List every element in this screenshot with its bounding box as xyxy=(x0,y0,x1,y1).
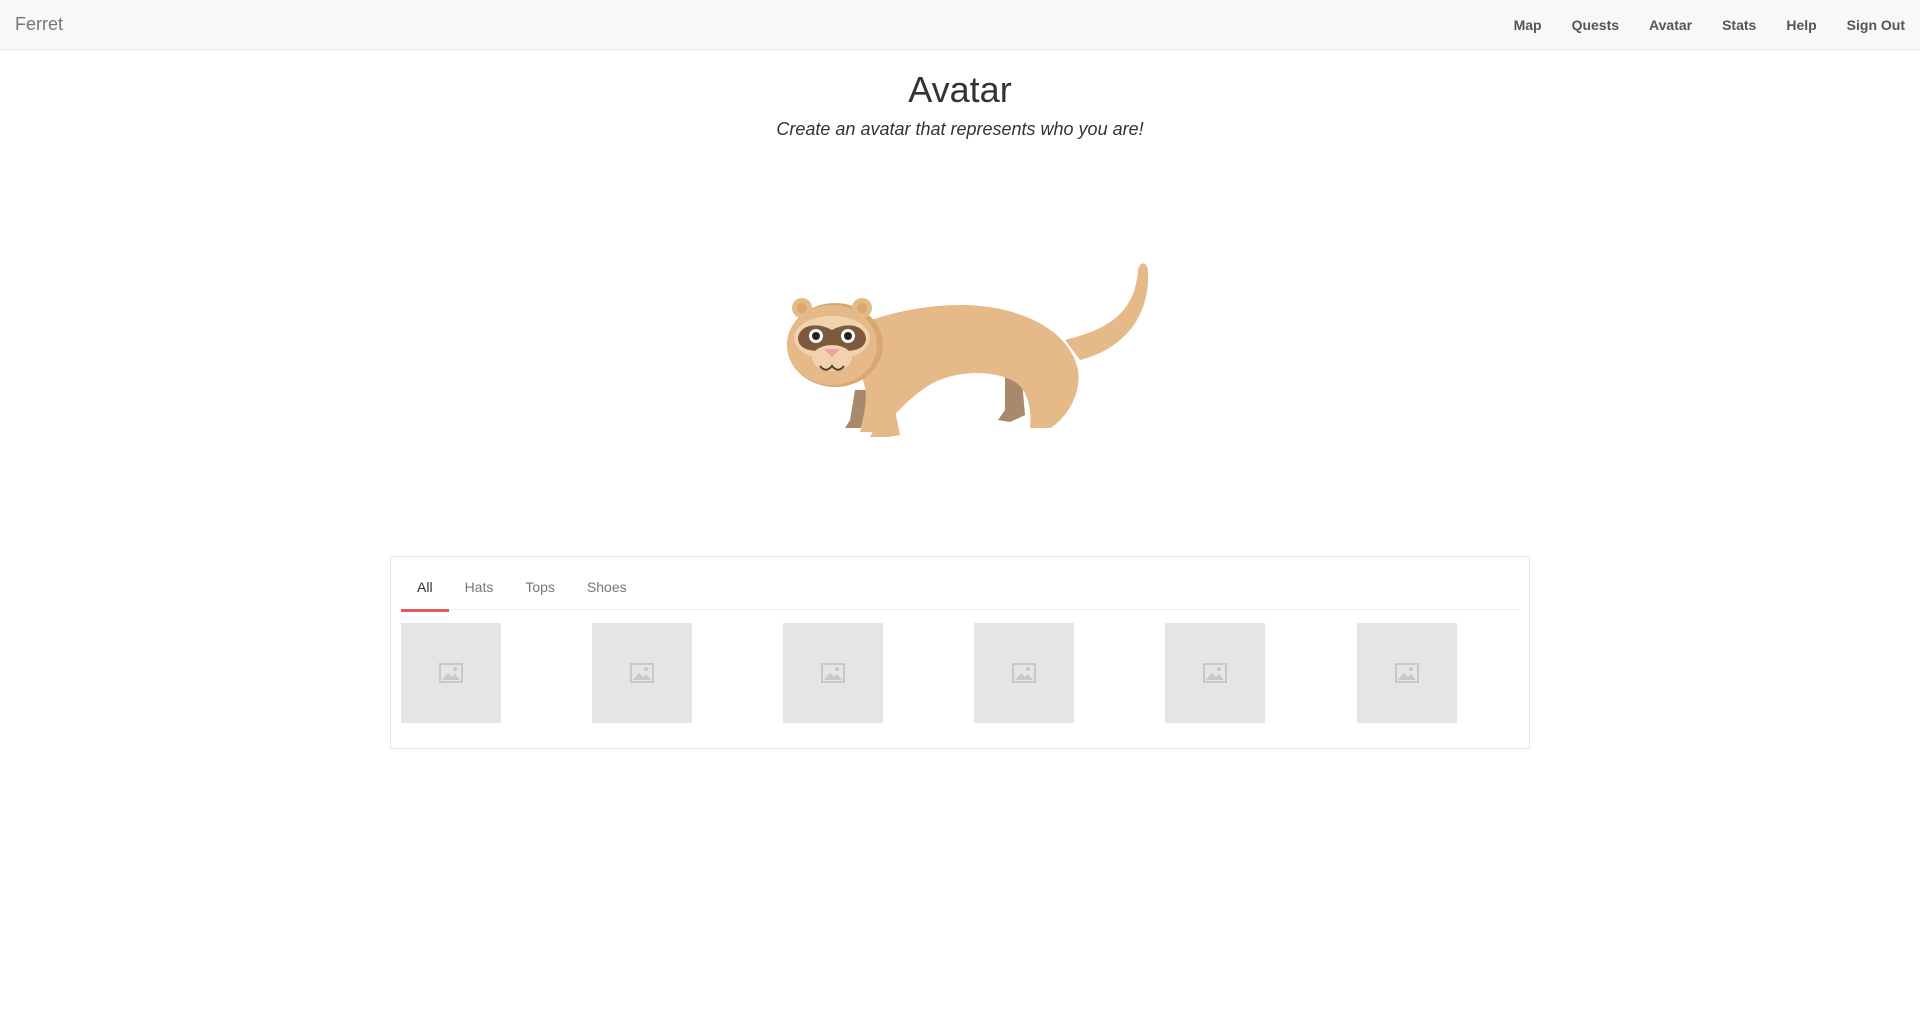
tab-hats[interactable]: Hats xyxy=(449,567,510,609)
ferret-avatar xyxy=(787,263,1149,437)
tab-shoes[interactable]: Shoes xyxy=(571,567,643,609)
wardrobe-item[interactable] xyxy=(783,623,883,723)
ferret-tail xyxy=(1065,263,1149,360)
wardrobe-item[interactable] xyxy=(1357,623,1457,723)
nav-link-map[interactable]: Map xyxy=(1499,0,1557,50)
image-placeholder-icon xyxy=(821,663,845,683)
nav-link-sign-out[interactable]: Sign Out xyxy=(1832,0,1920,50)
page-subtitle: Create an avatar that represents who you… xyxy=(776,119,1144,139)
wardrobe-items xyxy=(401,623,1519,723)
wardrobe-item[interactable] xyxy=(592,623,692,723)
wardrobe-item[interactable] xyxy=(401,623,501,723)
image-placeholder-icon xyxy=(1012,663,1036,683)
page-title: Avatar xyxy=(908,69,1012,110)
navbar: Ferret Map Quests Avatar Stats Help Sign… xyxy=(0,0,1920,50)
wardrobe-panel: All Hats Tops Shoes xyxy=(390,556,1530,749)
image-placeholder-icon xyxy=(1395,663,1419,683)
image-placeholder-icon xyxy=(630,663,654,683)
nav-link-stats[interactable]: Stats xyxy=(1707,0,1771,50)
wardrobe-item[interactable] xyxy=(974,623,1074,723)
image-placeholder-icon xyxy=(1203,663,1227,683)
nav-link-avatar[interactable]: Avatar xyxy=(1634,0,1707,50)
tab-tops[interactable]: Tops xyxy=(509,567,571,609)
wardrobe-item[interactable] xyxy=(1165,623,1265,723)
brand-link[interactable]: Ferret xyxy=(15,14,63,34)
tab-all[interactable]: All xyxy=(401,567,449,612)
nav-link-quests[interactable]: Quests xyxy=(1557,0,1634,50)
nav-links: Map Quests Avatar Stats Help Sign Out xyxy=(1499,0,1920,50)
wardrobe-tabs: All Hats Tops Shoes xyxy=(401,567,1519,612)
image-placeholder-icon xyxy=(439,663,463,683)
nav-link-help[interactable]: Help xyxy=(1771,0,1831,50)
